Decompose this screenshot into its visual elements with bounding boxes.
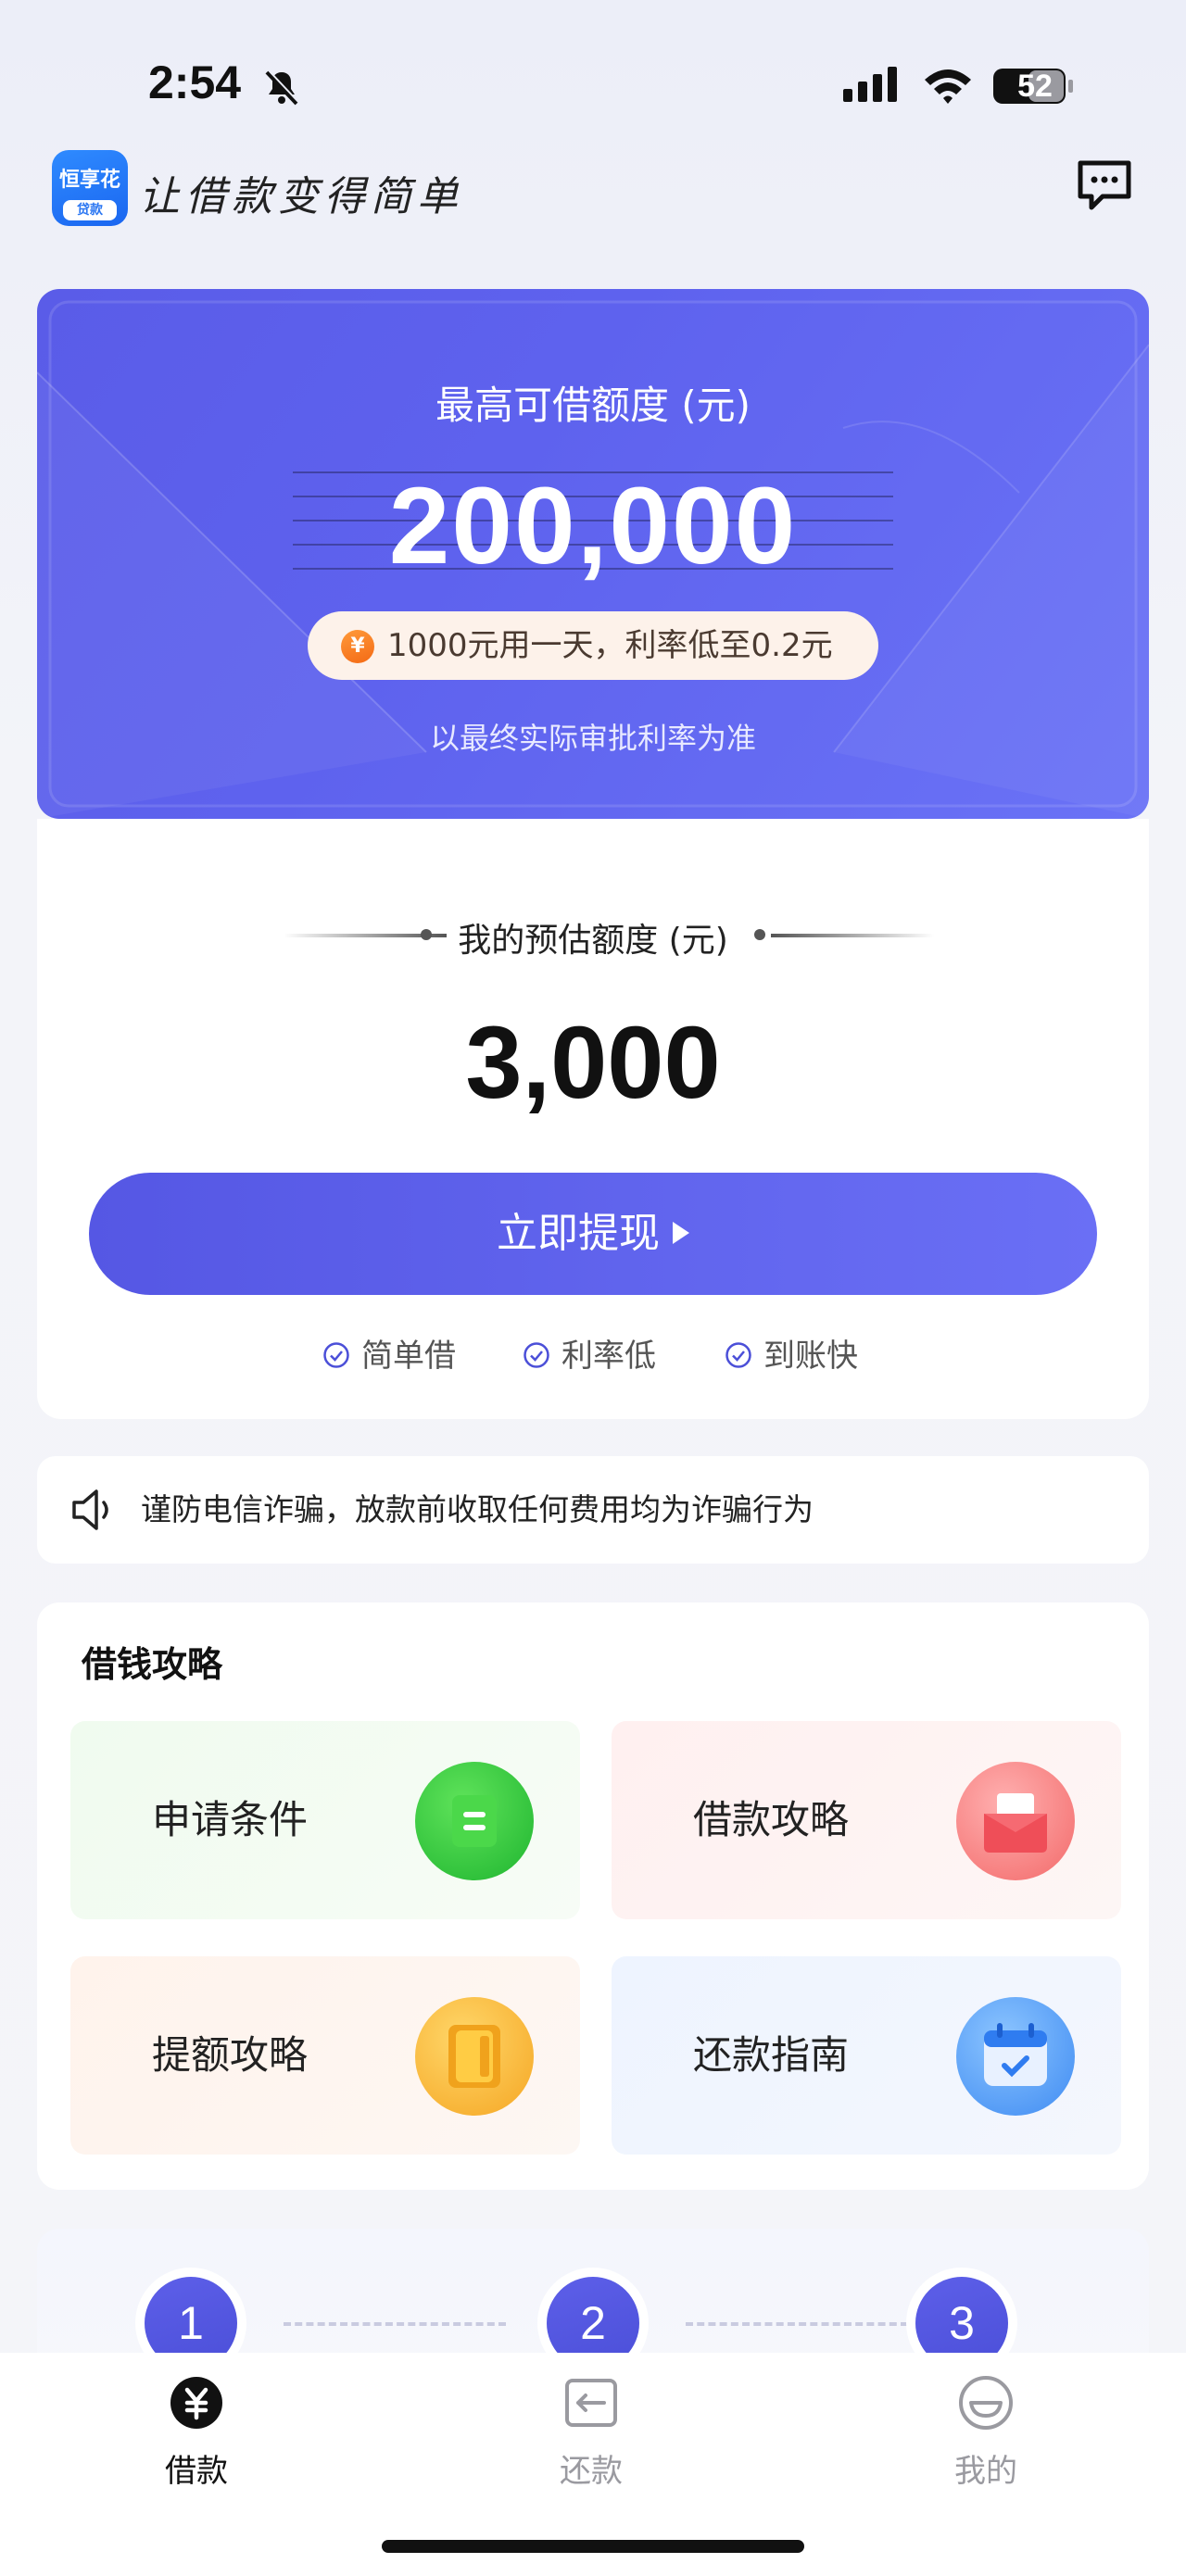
signal-icon — [843, 67, 897, 102]
rate-text: 1000元用一天，利率低至0.2元 — [387, 627, 833, 664]
yuan-icon — [170, 2377, 222, 2429]
tile-label: 提额攻略 — [152, 2032, 309, 2078]
bell-muted-icon — [265, 69, 299, 106]
guide-title: 借钱攻略 — [82, 1644, 223, 1685]
document-icon — [415, 1762, 534, 1880]
tile-repay-guide[interactable]: 还款指南 — [612, 1956, 1121, 2155]
max-credit-card: 最高可借额度 (元) 200,000 ¥ 1000元用一天，利率低至0.2元 以… — [37, 289, 1149, 819]
check-circle-icon — [725, 1342, 751, 1368]
rate-note: 以最终实际审批利率为准 — [429, 721, 756, 756]
withdraw-button-label: 立即提现 — [497, 1210, 660, 1257]
battery-level: 52 — [1017, 69, 1053, 104]
feature-label: 到账快 — [763, 1338, 858, 1375]
tab-loan[interactable]: 借款 — [104, 2353, 289, 2501]
play-arrow-icon — [673, 1222, 689, 1244]
tab-label: 还款 — [560, 2453, 623, 2490]
estimate-amount: 3,000 — [465, 1006, 721, 1120]
tab-repay[interactable]: 还款 — [498, 2353, 684, 2501]
rate-pill: ¥ 1000元用一天，利率低至0.2元 — [308, 611, 878, 680]
divider-dot-right — [754, 929, 765, 940]
tile-raise-limit[interactable]: 提额攻略 — [70, 1956, 580, 2155]
step-connector — [686, 2322, 908, 2326]
max-credit-title: 最高可借额度 (元) — [435, 383, 751, 428]
wifi-icon — [925, 69, 971, 104]
estimate-card: 我的预估额度 (元) 3,000 立即提现 简单借 利率低 到账快 — [37, 819, 1149, 1419]
tile-loan-guide[interactable]: 借款攻略 — [612, 1721, 1121, 1919]
calendar-icon — [956, 1997, 1075, 2116]
tile-apply-conditions[interactable]: 申请条件 — [70, 1721, 580, 1919]
check-circle-icon — [323, 1342, 349, 1368]
estimate-title: 我的预估额度 (元) — [458, 922, 728, 960]
guide-card: 借钱攻略 申请条件 借款攻略 提额攻略 还款指南 — [37, 1602, 1149, 2190]
app-logo-sub: 贷款 — [63, 200, 117, 220]
status-bar: 2:54 52 — [0, 0, 1186, 157]
divider-right — [771, 934, 934, 937]
app-logo-name: 恒享花 — [58, 169, 120, 192]
feature-list: 简单借 利率低 到账快 — [37, 1328, 1149, 1384]
check-circle-icon — [524, 1342, 549, 1368]
yuan-coin-icon: ¥ — [341, 630, 374, 663]
tile-label: 借款攻略 — [693, 1797, 850, 1842]
home-indicator[interactable] — [382, 2540, 804, 2553]
status-time: 2:54 — [148, 57, 242, 108]
tab-label: 我的 — [954, 2453, 1017, 2490]
tab-mine[interactable]: 我的 — [893, 2353, 1079, 2501]
withdraw-button[interactable]: 立即提现 — [89, 1173, 1097, 1295]
chat-icon[interactable] — [1075, 157, 1134, 213]
notice-text: 谨防电信诈骗，放款前收取任何费用均为诈骗行为 — [141, 1491, 814, 1527]
tile-label: 还款指南 — [693, 2032, 850, 2078]
app-slogan: 让借款变得简单 — [139, 173, 463, 220]
step-connector — [284, 2322, 506, 2326]
repay-icon — [565, 2379, 617, 2427]
profile-icon — [959, 2376, 1013, 2430]
max-credit-amount: 200,000 — [388, 465, 798, 587]
speaker-icon — [72, 1489, 108, 1530]
tile-label: 申请条件 — [152, 1797, 309, 1842]
feature-label: 利率低 — [561, 1338, 656, 1375]
envelope-icon — [956, 1762, 1075, 1880]
fraud-notice[interactable]: 谨防电信诈骗，放款前收取任何费用均为诈骗行为 — [37, 1456, 1149, 1564]
feature-label: 简单借 — [361, 1338, 456, 1375]
app-logo: 恒享花 贷款 — [52, 150, 128, 226]
tab-label: 借款 — [165, 2453, 228, 2490]
card-icon — [415, 1997, 534, 2116]
